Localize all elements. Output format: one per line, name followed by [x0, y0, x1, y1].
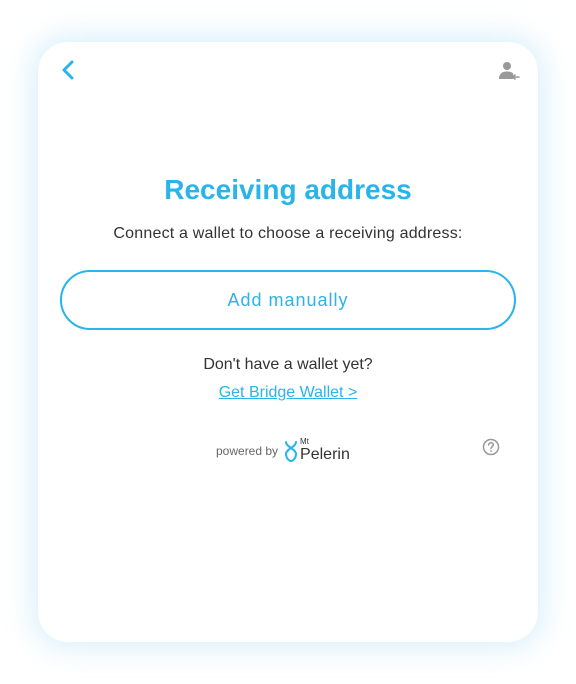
help-button[interactable] [482, 438, 500, 456]
mt-pelerin-logo: Mt Pelerin [284, 438, 350, 463]
no-wallet-text: Don't have a wallet yet? [203, 356, 373, 373]
page-subtitle: Connect a wallet to choose a receiving a… [113, 225, 463, 242]
chevron-left-icon [62, 60, 74, 80]
back-button[interactable] [56, 58, 80, 82]
powered-by: powered by Mt Pelerin [216, 438, 350, 463]
user-icon [499, 62, 520, 80]
receiving-address-card: Receiving address Connect a wallet to ch… [38, 42, 538, 642]
get-bridge-wallet-link[interactable]: Get Bridge Wallet > [219, 384, 358, 401]
account-button[interactable] [496, 58, 522, 84]
brand-name-text: Pelerin [300, 446, 350, 463]
brand-small-text: Mt [300, 437, 309, 446]
powered-by-text: powered by [216, 443, 279, 458]
add-manually-button[interactable]: Add manually [60, 270, 516, 330]
brand-words: Mt Pelerin [300, 438, 350, 463]
page-title: Receiving address [164, 174, 412, 205]
get-wallet-container: Get Bridge Wallet > [38, 384, 538, 402]
question-circle-icon [482, 438, 500, 456]
mt-pelerin-logo-icon [285, 441, 298, 463]
